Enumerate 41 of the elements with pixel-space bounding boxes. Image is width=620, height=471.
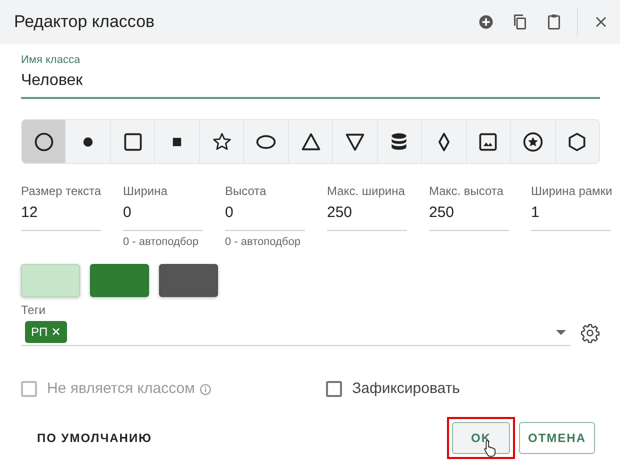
circle-icon <box>32 130 55 153</box>
tag-chip[interactable]: РП ✕ <box>25 321 67 344</box>
image-icon <box>477 130 500 153</box>
field-label: Макс. высота <box>429 183 504 200</box>
input-field[interactable]: 0 <box>123 200 203 231</box>
class-name-field[interactable]: Человек <box>21 67 600 100</box>
window-title: Редактор классов <box>14 11 156 34</box>
clipboard-icon[interactable] <box>545 13 563 31</box>
hexagon-icon <box>566 130 588 153</box>
dropdown-caret-icon[interactable] <box>556 330 566 335</box>
checkbox-label: Зафиксировать <box>352 379 460 400</box>
shape-button[interactable] <box>22 120 66 164</box>
add-icon[interactable] <box>477 13 495 31</box>
field-label: Ширина <box>123 183 168 200</box>
square-icon <box>122 130 144 153</box>
field-label: Высота <box>225 183 268 200</box>
field-label: Размер текста <box>21 183 101 200</box>
color-swatch[interactable] <box>159 264 218 298</box>
star-icon <box>210 130 233 153</box>
dialog-button[interactable]: OK <box>452 422 510 454</box>
field-label: Теги <box>21 302 46 320</box>
dialog-button[interactable]: ПО УМОЛЧАНИЮ <box>21 422 160 453</box>
input-field[interactable]: 0 <box>225 200 305 231</box>
color-swatch[interactable] <box>90 264 149 298</box>
dialog-button[interactable]: ОТМЕНА <box>519 422 595 454</box>
checkbox-label: Не является классом <box>47 379 195 400</box>
field-label: Имя класса <box>21 54 82 68</box>
checkbox[interactable] <box>326 381 342 398</box>
copy-icon[interactable] <box>511 13 529 31</box>
field-label: Ширина рамки <box>531 183 611 200</box>
field-hint: 0 - автоподбор <box>123 234 200 250</box>
field-hint: 0 - автоподбор <box>225 234 302 250</box>
triangle-icon <box>300 130 322 153</box>
color-swatch[interactable] <box>21 264 80 298</box>
input-field[interactable]: 250 <box>327 200 407 231</box>
settings-icon[interactable] <box>580 322 600 343</box>
input-field[interactable]: 12 <box>21 200 101 231</box>
input-field[interactable]: 250 <box>429 200 509 231</box>
star-circle-icon <box>522 130 544 153</box>
field-label: Макс. ширина <box>327 183 406 200</box>
input-field[interactable]: 1 <box>531 200 611 231</box>
